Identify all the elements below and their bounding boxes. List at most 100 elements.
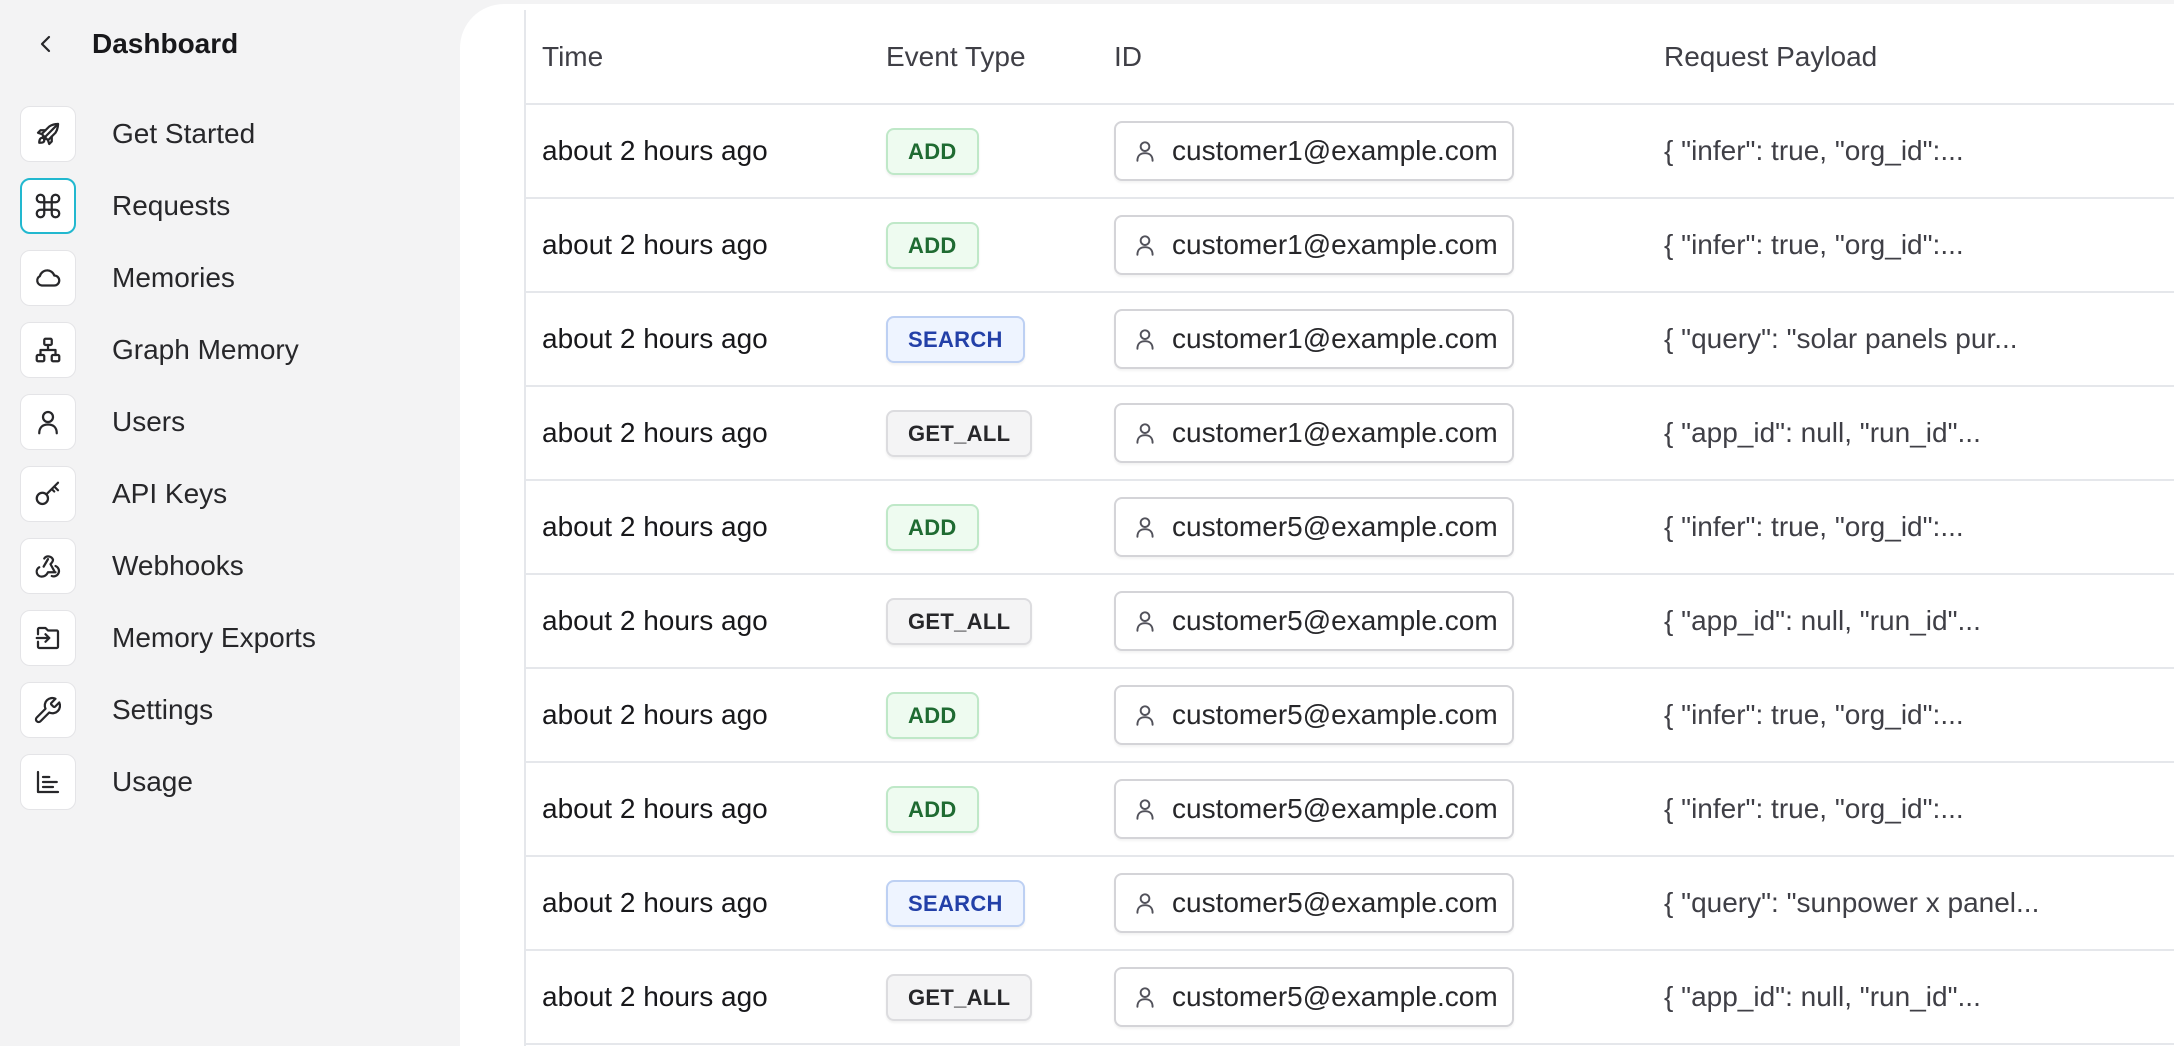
user-id-pill[interactable]: customer5@example.com (1114, 967, 1514, 1027)
user-id-pill[interactable]: customer5@example.com (1114, 873, 1514, 933)
user-icon (1136, 423, 1154, 444)
sidebar-item-api-keys[interactable]: API Keys (20, 458, 440, 530)
sidebar-nav: Get Started Requests Memories Graph Memo… (20, 98, 440, 818)
table-row[interactable]: about 2 hours ago GET_ALL customer5@exampl… (526, 950, 2174, 1045)
table-row[interactable]: about 2 hours ago GET_ALL customer1@exampl… (526, 386, 2174, 481)
table-row[interactable]: about 2 hours ago ADD customer5@example.co… (526, 480, 2174, 575)
user-id-pill[interactable]: customer5@example.com (1114, 685, 1514, 745)
sidebar-item-usage[interactable]: Usage (20, 746, 440, 818)
column-header-event-type[interactable]: Event Type (886, 10, 1114, 105)
column-header-id[interactable]: ID (1114, 10, 1664, 105)
event-type-badge: GET_ALL (886, 973, 1033, 1021)
wrench-icon (20, 682, 76, 738)
sidebar-item-label: Graph Memory (112, 334, 299, 365)
user-icon (1136, 611, 1154, 632)
user-id-text: customer1@example.com (1172, 229, 1498, 260)
time-cell: about 2 hours ago (526, 386, 886, 481)
request-payload-cell[interactable]: { "infer": true, "org_id":... (1664, 198, 2174, 293)
user-id-text: customer5@example.com (1172, 793, 1498, 824)
user-id-text: customer5@example.com (1172, 605, 1498, 636)
event-type-badge: ADD (886, 785, 979, 833)
sidebar-item-settings[interactable]: Settings (20, 674, 440, 746)
time-cell: about 2 hours ago (526, 950, 886, 1045)
id-cell: customer5@example.com (1114, 480, 1664, 575)
sidebar-item-webhooks[interactable]: Webhooks (20, 530, 440, 602)
event-type-badge: SEARCH (886, 879, 1025, 927)
time-text: about 2 hours ago (542, 323, 768, 354)
chevron-left-icon (40, 35, 51, 53)
chart-icon (20, 754, 76, 810)
event-type-badge: ADD (886, 221, 979, 269)
time-cell: about 2 hours ago (526, 856, 886, 951)
user-id-pill[interactable]: customer1@example.com (1114, 309, 1514, 369)
event-type-badge: SEARCH (886, 315, 1025, 363)
back-button[interactable] (28, 26, 64, 62)
request-payload-cell[interactable]: { "query": "solar panels pur... (1664, 292, 2174, 387)
request-payload-cell[interactable]: { "app_id": null, "run_id"... (1664, 386, 2174, 481)
time-text: about 2 hours ago (542, 229, 768, 260)
time-cell: about 2 hours ago (526, 104, 886, 199)
sidebar-item-memories[interactable]: Memories (20, 242, 440, 314)
time-text: about 2 hours ago (542, 135, 768, 166)
event-type-cell: ADD (886, 104, 1114, 199)
request-payload-cell[interactable]: { "infer": true, "org_id":... (1664, 480, 2174, 575)
user-id-pill[interactable]: customer5@example.com (1114, 779, 1514, 839)
id-cell: customer1@example.com (1114, 104, 1664, 199)
id-cell: customer5@example.com (1114, 762, 1664, 857)
column-header-time[interactable]: Time (526, 10, 886, 105)
event-type-cell: ADD (886, 198, 1114, 293)
event-type-badge: ADD (886, 503, 979, 551)
rocket-icon (20, 106, 76, 162)
time-cell: about 2 hours ago (526, 668, 886, 763)
sidebar-item-requests[interactable]: Requests (20, 170, 440, 242)
user-id-text: customer1@example.com (1172, 417, 1498, 448)
table-row[interactable]: about 2 hours ago ADD customer1@example.co… (526, 198, 2174, 293)
event-type-cell: ADD (886, 480, 1114, 575)
event-type-badge: GET_ALL (886, 597, 1033, 645)
user-id-pill[interactable]: customer1@example.com (1114, 403, 1514, 463)
table-row[interactable]: about 2 hours ago ADD customer1@example.co… (526, 104, 2174, 199)
table-row[interactable]: about 2 hours ago GET_ALL customer5@exampl… (526, 574, 2174, 669)
request-payload-cell[interactable]: { "query": "sunpower x panel... (1664, 856, 2174, 951)
request-payload-cell[interactable]: { "infer": true, "org_id":... (1664, 762, 2174, 857)
sidebar-item-memory-exports[interactable]: Memory Exports (20, 602, 440, 674)
cloud-icon (20, 250, 76, 306)
time-text: about 2 hours ago (542, 793, 768, 824)
network-icon (20, 322, 76, 378)
user-id-pill[interactable]: customer1@example.com (1114, 215, 1514, 275)
column-header-request-payload[interactable]: Request Payload (1664, 10, 2174, 105)
requests-table-container: Time Event Type ID Request Payload about… (524, 10, 2174, 1046)
table-row[interactable]: about 2 hours ago SEARCH customer1@example… (526, 292, 2174, 387)
request-payload-cell[interactable]: { "infer": true, "org_id":... (1664, 668, 2174, 763)
request-payload-cell[interactable]: { "infer": true, "org_id":... (1664, 104, 2174, 199)
time-cell: about 2 hours ago (526, 762, 886, 857)
sidebar-item-label: API Keys (112, 478, 228, 509)
request-payload-cell[interactable]: { "app_id": null, "run_id"... (1664, 574, 2174, 669)
event-type-cell: ADD (886, 668, 1114, 763)
request-payload-cell[interactable]: { "app_id": null, "run_id"... (1664, 950, 2174, 1045)
user-id-pill[interactable]: customer1@example.com (1114, 121, 1514, 181)
table-row[interactable]: about 2 hours ago SEARCH customer5@example… (526, 856, 2174, 951)
table-row[interactable]: about 2 hours ago ADD customer5@example.co… (526, 762, 2174, 857)
user-icon (1136, 987, 1154, 1008)
sidebar-item-get-started[interactable]: Get Started (20, 98, 440, 170)
time-text: about 2 hours ago (542, 605, 768, 636)
id-cell: customer5@example.com (1114, 856, 1664, 951)
time-cell: about 2 hours ago (526, 198, 886, 293)
event-type-cell: SEARCH (886, 856, 1114, 951)
sidebar-item-users[interactable]: Users (20, 386, 440, 458)
table-row[interactable]: about 2 hours ago ADD customer5@example.co… (526, 668, 2174, 763)
event-type-cell: GET_ALL (886, 386, 1114, 481)
sidebar-item-label: Requests (112, 190, 231, 221)
user-id-pill[interactable]: customer5@example.com (1114, 591, 1514, 651)
sidebar-item-label: Settings (112, 694, 214, 725)
event-type-badge: GET_ALL (886, 409, 1033, 457)
sidebar-item-graph-memory[interactable]: Graph Memory (20, 314, 440, 386)
id-cell: customer1@example.com (1114, 386, 1664, 481)
id-cell: customer5@example.com (1114, 950, 1664, 1045)
sidebar-item-label: Users (112, 406, 186, 437)
sidebar-item-label: Memory Exports (112, 622, 316, 653)
user-icon (1136, 329, 1154, 350)
id-cell: customer1@example.com (1114, 292, 1664, 387)
user-id-pill[interactable]: customer5@example.com (1114, 497, 1514, 557)
